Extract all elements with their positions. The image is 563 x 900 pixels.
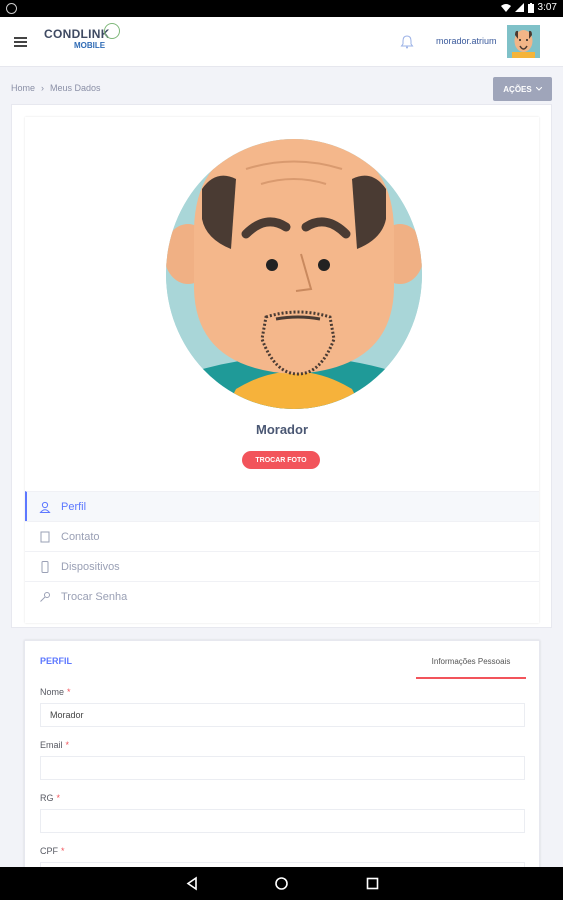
menu-item-dispositivos[interactable]: Dispositivos <box>25 551 539 581</box>
name-field[interactable]: Morador <box>40 703 525 727</box>
change-photo-button[interactable]: TROCAR FOTO <box>242 451 320 469</box>
menu-item-perfil[interactable]: Perfil <box>25 491 539 521</box>
actions-label: AÇÕES <box>503 84 532 94</box>
menu-item-label: Trocar Senha <box>61 590 128 603</box>
menu-item-label: Perfil <box>61 500 87 513</box>
logo-subtext: MOBILE <box>74 41 106 50</box>
avatar <box>507 25 540 58</box>
system-nav-bar <box>0 867 563 900</box>
form-title: PERFIL <box>40 656 73 666</box>
profile-form-panel: PERFIL Informações Pessoais Nome * Morado… <box>24 640 540 886</box>
breadcrumb: Home › Meus Dados <box>11 83 101 93</box>
profile-card: Morador TROCAR FOTO Perfil Contato Dispo… <box>25 117 539 623</box>
chevron-down-icon <box>535 87 542 91</box>
top-bar: CONDLINK MOBILE morador.atrium <box>0 17 563 67</box>
profile-name: Morador <box>256 422 308 437</box>
home-icon[interactable] <box>274 876 289 891</box>
notification-icon <box>6 3 17 14</box>
back-icon[interactable] <box>185 876 200 891</box>
menu-item-label: Dispositivos <box>61 560 120 573</box>
device-icon <box>41 560 49 573</box>
cpf-label: CPF * <box>40 846 65 856</box>
recents-icon[interactable] <box>365 876 380 891</box>
user-icon <box>39 501 51 513</box>
breadcrumb-current: Meus Dados <box>50 83 101 93</box>
battery-icon <box>527 2 534 13</box>
bell-icon[interactable] <box>400 35 414 49</box>
email-label: Email * <box>40 740 70 750</box>
profile-panel: Morador TROCAR FOTO Perfil Contato Dispo… <box>11 104 552 628</box>
profile-menu: Perfil Contato Dispositivos Trocar Senha <box>25 491 539 611</box>
menu-icon[interactable] <box>14 37 27 47</box>
contact-icon <box>40 531 50 542</box>
actions-button[interactable]: AÇÕES <box>493 77 552 101</box>
rg-label: RG * <box>40 793 61 803</box>
rg-field[interactable] <box>40 809 525 833</box>
name-label: Nome * <box>40 687 71 697</box>
user-menu[interactable]: morador.atrium <box>430 25 540 58</box>
wifi-icon <box>500 4 511 12</box>
logo-text: CONDLINK <box>44 27 110 41</box>
tab-informacoes-pessoais[interactable]: Informações Pessoais <box>416 653 526 679</box>
username: morador.atrium <box>436 36 497 46</box>
email-field[interactable] <box>40 756 525 780</box>
status-bar: 3:07 <box>0 0 563 17</box>
status-icons: 3:07 <box>500 2 557 13</box>
clock: 3:07 <box>537 2 557 13</box>
menu-item-trocar-senha[interactable]: Trocar Senha <box>25 581 539 611</box>
menu-item-contato[interactable]: Contato <box>25 521 539 551</box>
key-icon <box>40 591 50 602</box>
leaf-icon <box>104 23 120 39</box>
signal-icon <box>514 3 524 12</box>
app-logo[interactable]: CONDLINK MOBILE <box>44 23 120 50</box>
profile-photo <box>166 139 422 409</box>
breadcrumb-home[interactable]: Home <box>11 83 35 93</box>
menu-item-label: Contato <box>61 530 100 543</box>
breadcrumb-separator: › <box>41 83 45 93</box>
